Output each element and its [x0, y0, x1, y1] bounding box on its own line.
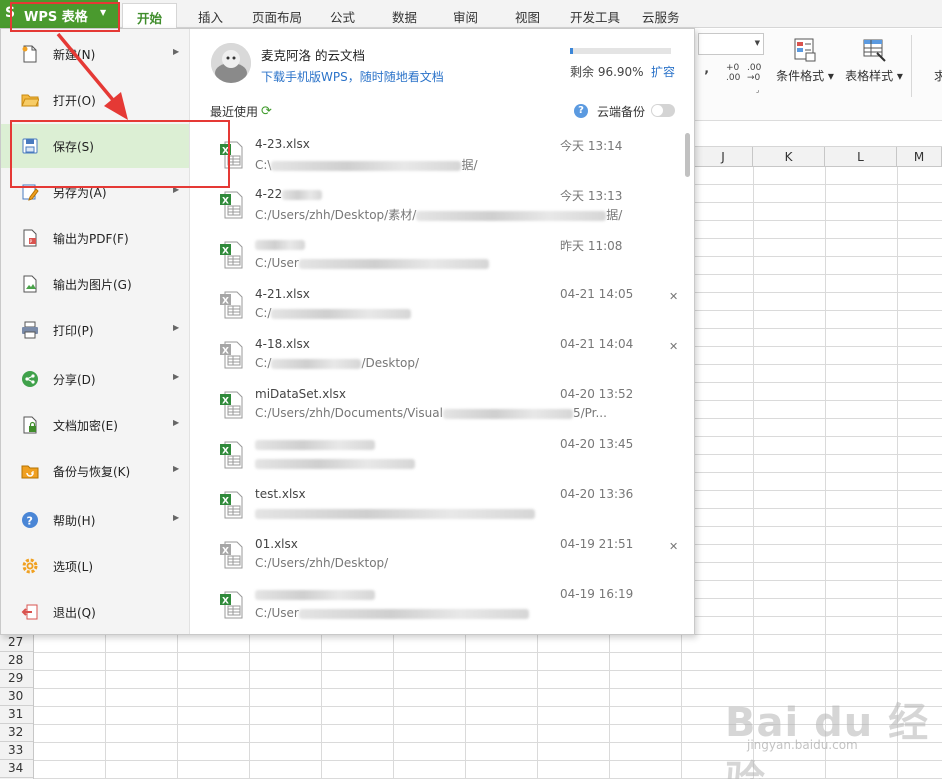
- baidu-watermark-logo: Bai du 经验 jingyan.baidu.com: [725, 670, 940, 779]
- watermark-title: Bai du 经验: [725, 700, 930, 779]
- watermark-subtitle: jingyan.baidu.com: [747, 738, 858, 752]
- annotation-arrow: [56, 32, 128, 120]
